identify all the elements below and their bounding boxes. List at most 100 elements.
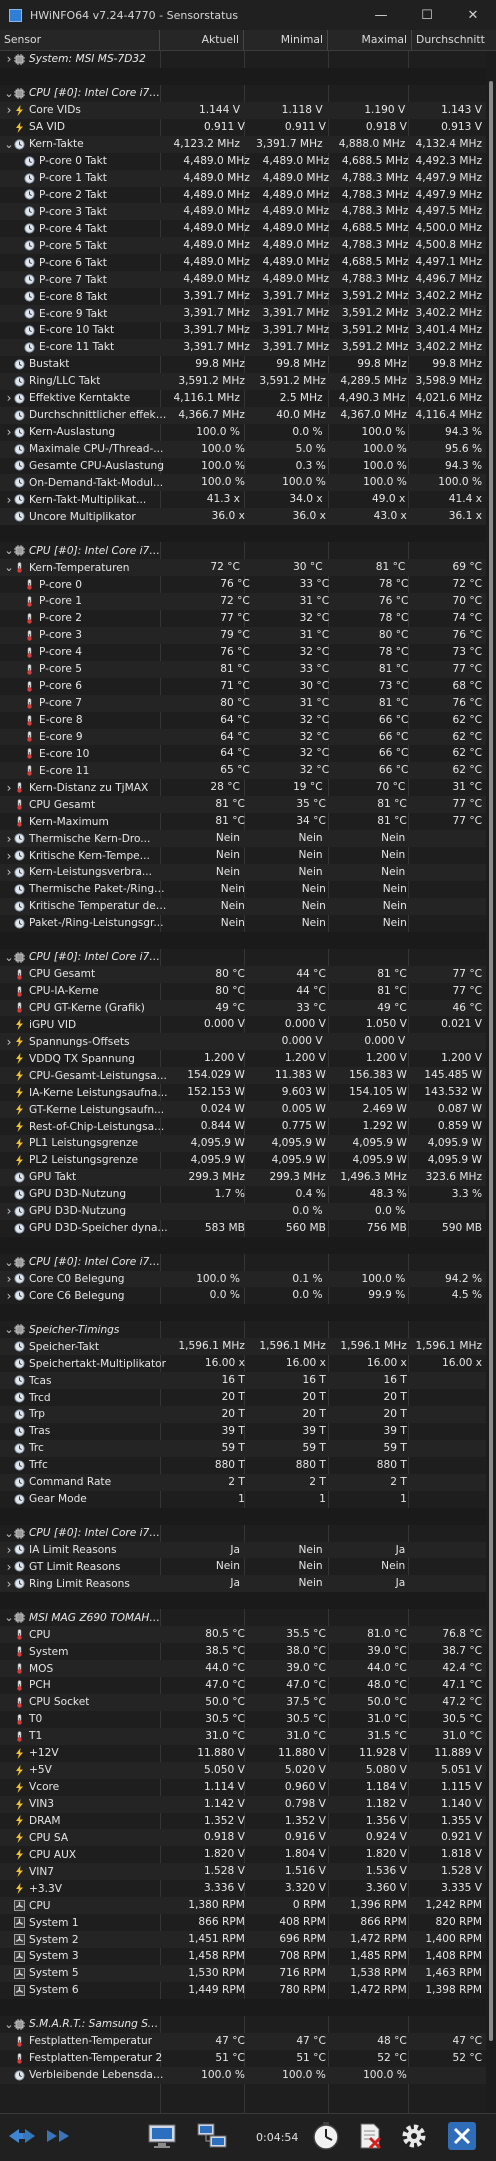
sensor-row[interactable]: System 1 866 RPM 408 RPM 866 RPM 820 RPM [0, 1914, 486, 1931]
sensor-row[interactable]: Bustakt 99.8 MHz 99.8 MHz 99.8 MHz 99.8 MHz [0, 356, 486, 373]
sensor-group-row[interactable]: ⌄ CPU [#0]: Intel Core i7-... [0, 85, 486, 102]
sensor-row[interactable]: Tras 39 T 39 T 39 T [0, 1423, 486, 1440]
sensor-row[interactable]: P-core 2 77 °C 32 °C 78 °C 74 °C [0, 610, 486, 627]
sensor-row[interactable]: GPU D3D-Speicher dyna... 583 MB 560 MB 756 … [0, 1220, 486, 1237]
network-button[interactable] [190, 2119, 234, 2157]
sensor-row[interactable]: CPU 80.5 °C 35.5 °C 81.0 °C 76.8 °C [0, 1626, 486, 1644]
maximize-button[interactable]: ☐ [404, 0, 450, 30]
sensor-row[interactable]: › IA Limit Reasons Ja Nein Ja [0, 1541, 486, 1559]
expand-chevron-icon[interactable]: › [4, 1577, 14, 1591]
column-header-minimum[interactable]: Minimal [244, 30, 328, 50]
sensor-row[interactable]: › GT Limit Reasons Nein Nein Nein [0, 1558, 486, 1575]
collapse-chevron-icon[interactable]: ⌄ [4, 1256, 14, 1269]
expand-chevron-icon[interactable]: › [4, 1035, 14, 1049]
sensor-row[interactable]: ⌄ Kern-Takte 4,123.2 MHz 3,391.7 MHz 4,888.0… [0, 135, 486, 153]
sensor-row[interactable]: CPU-Gesamt-Leistungsa... 154.029 W 11.383 … [0, 1067, 486, 1085]
sensor-group-row[interactable]: ⌄ CPU [#0]: Intel Core i7-... [0, 949, 486, 966]
sensor-row[interactable]: E-core 10 Takt 3,391.7 MHz 3,391.7 MHz 3,59… [0, 322, 486, 339]
collapse-chevron-icon[interactable]: ⌄ [4, 1527, 14, 1540]
sensor-row[interactable]: GPU Takt 299.3 MHz 299.3 MHz 1,496.3 MHz 323… [0, 1168, 486, 1186]
sensor-row[interactable]: PL2 Leistungsgrenze 4,095.9 W 4,095.9 W 4,0… [0, 1152, 486, 1169]
sensor-row[interactable]: On-Demand-Takt-Modul... 100.0 % 100.0 % 100… [0, 474, 486, 492]
column-header-current[interactable]: Aktuell [160, 30, 244, 50]
sensor-row[interactable]: CPU Gesamt 81 °C 35 °C 81 °C 77 °C [0, 796, 486, 814]
sensor-row[interactable]: VDDQ TX Spannung 1.200 V 1.200 V 1.200 V 1.2… [0, 1050, 486, 1067]
sensor-row[interactable]: T1 31.0 °C 31.0 °C 31.5 °C 31.0 °C [0, 1727, 486, 1745]
sensor-row[interactable]: P-core 7 Takt 4,489.0 MHz 4,489.0 MHz 4,788… [0, 271, 486, 289]
collapse-chevron-icon[interactable]: ⌄ [4, 951, 14, 964]
sensor-row[interactable]: ⌄ Kern-Temperaturen 72 °C 30 °C 81 °C 69 °C [0, 559, 486, 577]
expand-chevron-icon[interactable]: › [4, 849, 14, 863]
sensor-row[interactable]: DRAM 1.352 V 1.352 V 1.356 V 1.355 V [0, 1813, 486, 1830]
sensor-row[interactable]: E-core 8 64 °C 32 °C 66 °C 62 °C [0, 712, 486, 729]
sensor-row[interactable]: › Effektive Kerntakte 4,116.1 MHz 2.5 MHz 4,… [0, 390, 486, 407]
expand-chevron-icon[interactable]: › [4, 493, 14, 507]
sensor-row[interactable]: Paket-/Ring-Leistungsgr... Nein Nein Nein [0, 915, 486, 932]
sensor-row[interactable]: Festplatten-Temperatur 2 51 °C 51 °C 52 °C 5… [0, 2050, 486, 2067]
sensor-row[interactable]: Verbleibende Lebensdau... 100.0 % 100.0 % 1… [0, 2066, 486, 2084]
sensor-row[interactable]: P-core 6 Takt 4,489.0 MHz 4,489.0 MHz 4,688… [0, 254, 486, 271]
sensor-row[interactable]: iGPU VID 0.000 V 0.000 V 1.050 V 0.021 V [0, 1016, 486, 1033]
sensor-row[interactable]: › Kritische Kern-Tempe... Nein Nein Nein [0, 847, 486, 864]
sensor-row[interactable]: P-core 6 71 °C 30 °C 73 °C 68 °C [0, 678, 486, 695]
expand-chevron-icon[interactable]: › [4, 781, 14, 795]
sensor-row[interactable]: VIN3 1.142 V 0.798 V 1.182 V 1.140 V [0, 1795, 486, 1813]
nav-collapse-button[interactable] [40, 2119, 76, 2157]
sensor-row[interactable]: E-core 10 64 °C 32 °C 66 °C 62 °C [0, 745, 486, 762]
sensor-row[interactable]: P-core 0 Takt 4,489.0 MHz 4,489.0 MHz 4,688… [0, 153, 486, 170]
sensor-row[interactable]: Uncore Multiplikator 36.0 x 36.0 x 43.0 x 36… [0, 508, 486, 526]
sensor-row[interactable]: Ring/LLC Takt 3,591.2 MHz 3,591.2 MHz 4,289… [0, 372, 486, 390]
sensor-group-row[interactable]: ⌄ CPU [#0]: Intel Core i7-... [0, 542, 486, 559]
sensor-row[interactable]: Kern-Maximum 81 °C 34 °C 81 °C 77 °C [0, 813, 486, 830]
sensor-row[interactable]: P-core 0 76 °C 33 °C 78 °C 72 °C [0, 576, 486, 593]
sensor-row[interactable]: › Kern-Takt-Multiplikat... 41.3 x 34.0 x 49.… [0, 491, 486, 508]
vertical-scrollbar[interactable] [486, 51, 496, 2113]
sensor-row[interactable]: Trcd 20 T 20 T 20 T [0, 1389, 486, 1406]
report-button[interactable] [350, 2119, 390, 2157]
sensor-row[interactable]: Gear Mode 1 1 1 [0, 1491, 486, 1508]
sensor-row[interactable]: P-core 1 72 °C 31 °C 76 °C 70 °C [0, 593, 486, 610]
nav-back-forward-button[interactable] [4, 2119, 40, 2157]
sensor-row[interactable]: › Core C0 Belegung 100.0 % 0.1 % 100.0 % 94.2… [0, 1270, 486, 1288]
sensor-row[interactable]: CPU GT-Kerne (Grafik) 49 °C 33 °C 49 °C 46 °… [0, 999, 486, 1017]
close-window-button[interactable]: ✕ [450, 0, 496, 30]
sensor-group-row[interactable]: › System: MSI MS-7D32 [0, 51, 486, 68]
column-header-average[interactable]: Durchschnitt [412, 30, 488, 50]
sensor-row[interactable]: Speicher-Takt 1,596.1 MHz 1,596.1 MHz 1,596… [0, 1338, 486, 1356]
collapse-chevron-icon[interactable]: ⌄ [4, 138, 14, 151]
collapse-chevron-icon[interactable]: ⌄ [4, 2018, 14, 2031]
sensor-row[interactable]: E-core 11 65 °C 32 °C 66 °C 62 °C [0, 762, 486, 780]
sensor-row[interactable]: P-core 3 Takt 4,489.0 MHz 4,489.0 MHz 4,788… [0, 203, 486, 221]
sensor-group-row[interactable]: ⌄ Speicher-Timings [0, 1321, 486, 1338]
sensor-row[interactable]: › Kern-Auslastung 100.0 % 0.0 % 100.0 % 94.3 … [0, 424, 486, 441]
sensor-row[interactable]: System 3 1,458 RPM 708 RPM 1,485 RPM 1,408 R… [0, 1948, 486, 1965]
sensor-row[interactable]: Trc 59 T 59 T 59 T [0, 1439, 486, 1457]
sensor-row[interactable]: P-core 1 Takt 4,489.0 MHz 4,489.0 MHz 4,788… [0, 169, 486, 187]
sensor-row[interactable]: Trfc 880 T 880 T 880 T [0, 1457, 486, 1474]
sensor-row[interactable]: Maximale CPU-/Thread-... 100.0 % 5.0 % 100.… [0, 440, 486, 458]
sensor-group-row[interactable]: ⌄ MSI MAG Z690 TOMAHA... [0, 1609, 486, 1626]
expand-chevron-icon[interactable]: › [4, 832, 14, 846]
column-header-maximum[interactable]: Maximal [328, 30, 412, 50]
sensor-row[interactable]: P-core 5 81 °C 33 °C 81 °C 77 °C [0, 660, 486, 678]
sensor-row[interactable]: › GPU D3D-Nutzung 0.0 % 0.0 % [0, 1202, 486, 1220]
sensor-row[interactable]: System 38.5 °C 38.0 °C 39.0 °C 38.7 °C [0, 1643, 486, 1660]
sensor-row[interactable]: P-core 4 76 °C 32 °C 78 °C 73 °C [0, 644, 486, 661]
sensor-row[interactable]: Durchschnittlicher effekti... 4,366.7 MHz… [0, 406, 486, 424]
sensor-row[interactable]: VIN7 1.528 V 1.516 V 1.536 V 1.528 V [0, 1863, 486, 1881]
sensor-row[interactable]: T0 30.5 °C 30.5 °C 31.0 °C 30.5 °C [0, 1711, 486, 1728]
sensor-row[interactable]: P-core 3 79 °C 31 °C 80 °C 76 °C [0, 626, 486, 644]
sensor-row[interactable]: +3.3V 3.336 V 3.320 V 3.360 V 3.335 V [0, 1880, 486, 1897]
sensor-row[interactable]: CPU Socket 50.0 °C 37.5 °C 50.0 °C 47.2 °C [0, 1693, 486, 1711]
sensor-group-row[interactable]: ⌄ CPU [#0]: Intel Core i7-... [0, 1254, 486, 1271]
sensor-row[interactable]: › Core VIDs 1.144 V 1.118 V 1.190 V 1.143 V [0, 101, 486, 119]
close-sensors-button[interactable] [440, 2119, 484, 2157]
sensor-row[interactable]: System 5 1,530 RPM 716 RPM 1,538 RPM 1,463 R… [0, 1964, 486, 1982]
monitor-button[interactable] [140, 2119, 184, 2157]
sensor-row[interactable]: GT-Kerne Leistungsaufn... 0.024 W 0.005 W 2… [0, 1101, 486, 1119]
sensor-row[interactable]: CPU-IA-Kerne 80 °C 44 °C 81 °C 77 °C [0, 983, 486, 1000]
expand-chevron-icon[interactable]: › [4, 1272, 14, 1286]
collapse-chevron-icon[interactable]: ⌄ [4, 561, 14, 574]
minimize-button[interactable]: — [358, 0, 404, 30]
sensor-row[interactable]: E-core 8 Takt 3,391.7 MHz 3,391.7 MHz 3,591… [0, 288, 486, 305]
